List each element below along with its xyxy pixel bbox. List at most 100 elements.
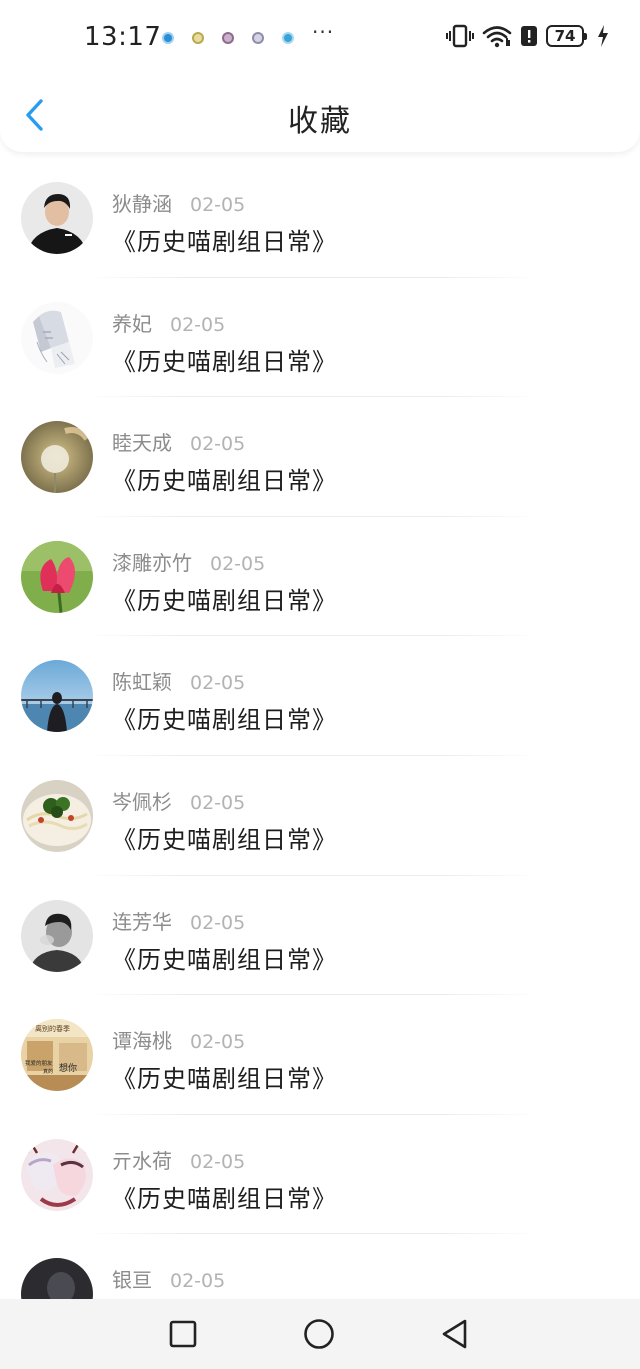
list-item[interactable]: 银亘 02-05 bbox=[0, 1234, 640, 1299]
post-title: 《历史喵剧组日常》 bbox=[112, 825, 337, 854]
avatar[interactable] bbox=[21, 779, 93, 852]
post-date: 02-05 bbox=[170, 313, 226, 336]
avatar[interactable] bbox=[21, 1138, 93, 1211]
user-name: 谭海桃 bbox=[112, 1029, 172, 1054]
meta-row: 谭海桃 02-05 bbox=[112, 1025, 245, 1054]
post-date: 02-05 bbox=[190, 1031, 246, 1054]
post-title: 《历史喵剧组日常》 bbox=[112, 347, 337, 376]
avatar[interactable] bbox=[21, 540, 93, 613]
page-title: 收藏 bbox=[288, 104, 352, 139]
post-date: 02-05 bbox=[190, 1150, 246, 1173]
app-header: 收藏 bbox=[0, 76, 640, 152]
user-name: 岑佩杉 bbox=[112, 789, 172, 814]
meta-row: 睦天成 02-05 bbox=[112, 427, 245, 456]
meta-row: 岑佩杉 02-05 bbox=[112, 786, 245, 815]
user-name: 连芳华 bbox=[112, 909, 172, 934]
avatar-image bbox=[21, 540, 93, 613]
more-notifications-icon: ··· bbox=[312, 20, 335, 44]
favorites-list: 狄静涵 02-05 《历史喵剧组日常》 养妃 02-05 《历史喵剧组日常》 睦… bbox=[0, 158, 640, 1299]
avatar[interactable] bbox=[21, 182, 93, 254]
avatar-image bbox=[21, 1138, 93, 1211]
recent-apps-button[interactable] bbox=[166, 1317, 200, 1351]
avatar[interactable]: 离别的春季 我爱的朋友 想你 真的 bbox=[21, 1019, 93, 1092]
status-bar: 13:17 ··· 74 bbox=[0, 0, 640, 76]
avatar[interactable] bbox=[21, 660, 93, 733]
meta-row: 漆雕亦竹 02-05 bbox=[112, 547, 265, 576]
triangle-back-icon bbox=[442, 1319, 467, 1349]
status-time: 13:17 bbox=[84, 22, 162, 52]
avatar[interactable] bbox=[21, 421, 93, 494]
status-icons: 74 bbox=[446, 24, 610, 48]
post-title: 《历史喵剧组日常》 bbox=[112, 467, 337, 496]
avatar[interactable] bbox=[21, 1258, 93, 1299]
list-item[interactable]: 亓水荷 02-05 《历史喵剧组日常》 bbox=[0, 1115, 640, 1235]
list-item[interactable]: 离别的春季 我爱的朋友 想你 真的 谭海桃 02-05 《历史喵剧组日常》 bbox=[0, 995, 640, 1115]
list-item[interactable]: 睦天成 02-05 《历史喵剧组日常》 bbox=[0, 397, 640, 517]
user-name: 漆雕亦竹 bbox=[112, 550, 192, 575]
notification-icons bbox=[162, 32, 294, 44]
list-item[interactable]: 漆雕亦竹 02-05 《历史喵剧组日常》 bbox=[0, 517, 640, 637]
notification-icon bbox=[162, 32, 174, 44]
back-nav-button[interactable] bbox=[438, 1317, 472, 1351]
square-icon bbox=[169, 1320, 197, 1348]
user-name: 睦天成 bbox=[112, 431, 172, 456]
meta-row: 狄静涵 02-05 bbox=[112, 188, 245, 217]
meta-row: 陈虹颖 02-05 bbox=[112, 666, 245, 695]
user-name: 亓水荷 bbox=[112, 1148, 172, 1173]
post-date: 02-05 bbox=[190, 911, 246, 934]
vibrate-icon bbox=[446, 24, 474, 48]
alert-icon bbox=[521, 26, 537, 46]
user-name: 银亘 bbox=[112, 1268, 152, 1293]
notification-icon bbox=[192, 32, 204, 44]
battery-indicator: 74 bbox=[546, 25, 587, 47]
list-item[interactable]: 陈虹颖 02-05 《历史喵剧组日常》 bbox=[0, 636, 640, 756]
meta-row: 养妃 02-05 bbox=[112, 308, 225, 337]
post-title: 《历史喵剧组日常》 bbox=[112, 228, 337, 256]
post-title: 《历史喵剧组日常》 bbox=[112, 706, 337, 735]
avatar-image bbox=[21, 182, 93, 254]
notification-icon bbox=[222, 32, 234, 44]
circle-icon bbox=[304, 1319, 334, 1349]
notification-icon bbox=[282, 32, 294, 44]
list-item[interactable]: 养妃 02-05 《历史喵剧组日常》 bbox=[0, 278, 640, 398]
list-item[interactable]: 岑佩杉 02-05 《历史喵剧组日常》 bbox=[0, 756, 640, 876]
meta-row: 连芳华 02-05 bbox=[112, 906, 245, 935]
meta-row: 亓水荷 02-05 bbox=[112, 1145, 245, 1174]
poster-text-top: 离别的春季 bbox=[35, 1024, 70, 1033]
navigation-bar bbox=[0, 1299, 640, 1369]
post-date: 02-05 bbox=[190, 433, 246, 456]
avatar-image bbox=[21, 779, 93, 852]
post-title: 《历史喵剧组日常》 bbox=[112, 945, 337, 974]
avatar-image bbox=[21, 301, 93, 374]
post-title: 《历史喵剧组日常》 bbox=[112, 1065, 337, 1094]
avatar-image bbox=[21, 1258, 93, 1299]
user-name: 养妃 bbox=[112, 311, 152, 336]
post-date: 02-05 bbox=[190, 672, 246, 695]
post-title: 《历史喵剧组日常》 bbox=[112, 586, 337, 615]
screen: 13:17 ··· 74 收藏 狄静涵 02-05 《历史喵剧组日常》 养妃 0… bbox=[0, 0, 640, 1369]
user-name: 狄静涵 bbox=[112, 192, 172, 216]
poster-text-mid: 想你 bbox=[59, 1062, 77, 1074]
post-date: 02-05 bbox=[210, 552, 266, 575]
avatar[interactable] bbox=[21, 301, 93, 374]
avatar-image: 离别的春季 我爱的朋友 想你 真的 bbox=[21, 1019, 93, 1092]
poster-text-left: 我爱的朋友 bbox=[25, 1059, 53, 1067]
meta-row: 银亘 02-05 bbox=[112, 1264, 225, 1293]
user-name: 陈虹颖 bbox=[112, 670, 172, 695]
battery-level: 74 bbox=[554, 27, 576, 45]
list-item[interactable]: 狄静涵 02-05 《历史喵剧组日常》 bbox=[0, 158, 640, 278]
post-date: 02-05 bbox=[190, 791, 246, 814]
charging-icon bbox=[598, 25, 608, 47]
notification-icon bbox=[252, 32, 264, 44]
avatar[interactable] bbox=[21, 899, 93, 972]
avatar-image bbox=[21, 899, 93, 972]
wifi-icon bbox=[482, 26, 512, 48]
post-title: 《历史喵剧组日常》 bbox=[112, 1184, 337, 1213]
post-date: 02-05 bbox=[170, 1270, 226, 1293]
poster-text-bottom: 真的 bbox=[43, 1068, 53, 1075]
avatar-image bbox=[21, 421, 93, 494]
list-item[interactable]: 连芳华 02-05 《历史喵剧组日常》 bbox=[0, 876, 640, 996]
avatar-image bbox=[21, 660, 93, 733]
home-button[interactable] bbox=[302, 1317, 336, 1351]
post-date: 02-05 bbox=[190, 194, 246, 216]
